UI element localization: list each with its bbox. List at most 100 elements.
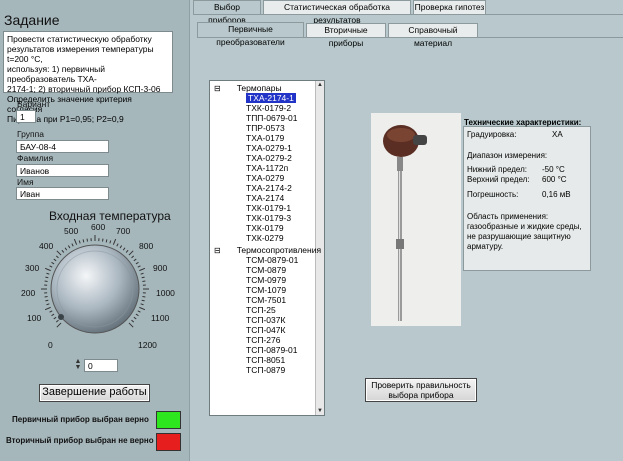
knob-tick-mark	[45, 276, 49, 279]
knob-tick-mark	[44, 306, 51, 311]
primary-status-led	[156, 411, 181, 429]
scroll-up-icon[interactable]: ▲	[316, 81, 324, 89]
knob-tick-mark	[55, 255, 59, 259]
tree-group[interactable]: ⊟ Термопары	[214, 83, 282, 93]
knob-value-field[interactable]: 0	[84, 359, 118, 372]
surname-label: Фамилия	[17, 153, 54, 163]
knob-tick-0: 0	[48, 340, 53, 350]
tree-item[interactable]: ТСП-25	[246, 305, 276, 315]
subtabs-divider	[197, 37, 623, 38]
knob-tick-mark	[141, 299, 145, 302]
tree-item[interactable]: ТСП-047К	[246, 325, 285, 335]
knob-tick-900: 900	[153, 263, 168, 273]
knob-tick-mark	[46, 272, 50, 275]
knob-tick-mark	[105, 239, 108, 243]
knob-tick-mark	[140, 303, 144, 306]
tree-item[interactable]: ТСМ-7501	[246, 295, 286, 305]
secondary-status-led	[156, 433, 181, 451]
tree-item[interactable]: ТХА-0279-1	[246, 143, 292, 153]
name-label: Имя	[17, 177, 34, 187]
grad-value: ХА	[552, 130, 563, 139]
error-label: Погрешность:	[467, 190, 519, 199]
knob-tick-1100: 1100	[151, 313, 170, 323]
knob-tick-mark	[133, 258, 137, 262]
tree-item[interactable]: ТСМ-0879-01	[246, 255, 298, 265]
collapse-icon[interactable]: ⊟	[214, 246, 221, 255]
tree-item[interactable]: ТХА-0279	[246, 173, 284, 183]
knob-tick-700: 700	[116, 226, 131, 236]
knob-tick-mark	[135, 261, 139, 265]
knob-tick-mark	[51, 261, 55, 265]
knob-tick-mark	[109, 240, 112, 244]
subtab-secondary[interactable]: Вторичные приборы	[306, 23, 386, 48]
knob-tick-mark	[137, 310, 141, 313]
thermocouple-image	[371, 113, 461, 326]
error-value: 0,16 мВ	[542, 190, 571, 199]
tree-item[interactable]: ТХА-1172п	[246, 163, 288, 173]
tab-hypothesis[interactable]: Проверка гипотез	[413, 0, 486, 14]
group-label: Группа	[17, 129, 44, 139]
tree-item[interactable]: ТСМ-0879	[246, 265, 286, 275]
tree-item[interactable]: ТХА-0179	[246, 133, 284, 143]
tree-group-label: Термопары	[236, 83, 282, 93]
subtab-reference[interactable]: Справочный материал	[388, 23, 478, 48]
name-field[interactable]: Иван	[16, 187, 109, 200]
tree-item[interactable]: ТПР-0573	[246, 123, 285, 133]
tree-item[interactable]: ТСП-0879	[246, 365, 285, 375]
specs-title: Технические характеристики:	[464, 118, 582, 127]
variant-field[interactable]: 1	[16, 110, 36, 123]
knob-tick-500: 500	[64, 226, 79, 236]
knob-tick-300: 300	[25, 263, 40, 273]
group-field[interactable]: БАУ-08-4	[16, 140, 109, 153]
knob-tick-mark	[135, 313, 139, 317]
finish-button[interactable]: Завершение работы	[39, 384, 150, 402]
tree-item[interactable]: ТСП-0879-01	[246, 345, 297, 355]
knob-tick-200: 200	[21, 288, 36, 298]
variant-label: Вариант	[17, 99, 51, 109]
tree-item[interactable]: ТХА-2174-1	[246, 93, 296, 103]
knob-tick-mark	[44, 267, 51, 272]
tree-item[interactable]: ТХА-2174-2	[246, 183, 292, 193]
knob-tick-mark	[128, 322, 134, 328]
knob-tick-mark	[55, 319, 59, 323]
surname-field[interactable]: Иванов	[16, 164, 109, 177]
knob-tick-mark	[56, 250, 62, 256]
tree-item[interactable]: ТСП-037К	[246, 315, 285, 325]
grad-label: Градуировка:	[467, 130, 517, 139]
tree-item[interactable]: ТПП-0679-01	[246, 113, 297, 123]
tree-group[interactable]: ⊟ Термосопротивления	[214, 245, 321, 255]
knob-tick-mark	[112, 238, 117, 245]
tree-item[interactable]: ТХК-0179	[246, 223, 284, 233]
low-label: Нижний предел:	[467, 165, 527, 174]
tree-item[interactable]: ТСМ-0979	[246, 275, 286, 285]
tabs-divider	[193, 14, 623, 15]
knob-tick-mark	[139, 306, 146, 311]
tree-item[interactable]: ТХК-0179-2	[246, 103, 291, 113]
knob-tick-mark	[131, 319, 135, 323]
tab-statistics[interactable]: Статистическая обработка результатов	[263, 0, 411, 25]
tree-item[interactable]: ТСП-8051	[246, 355, 285, 365]
knob-tick-mark	[46, 303, 50, 306]
spin-arrows-icon[interactable]: ▲ ▼	[74, 358, 82, 372]
knob-tick-mark	[67, 245, 71, 249]
tree-item[interactable]: ТХА-2174	[246, 193, 284, 203]
knob-tick-1200: 1200	[138, 340, 157, 350]
device-tree[interactable]: ▲ ▼ ⊟ Термопары ТХА-2174-1 ТХК-0179-2 ТПП-06…	[209, 80, 325, 416]
knob-tick-mark	[116, 243, 119, 247]
collapse-icon[interactable]: ⊟	[214, 84, 221, 93]
sensor-photo	[371, 113, 461, 326]
tree-item[interactable]: ТХК-0179-3	[246, 213, 291, 223]
check-device-button[interactable]: Проверить правильность выбора прибора	[365, 378, 477, 402]
tree-item[interactable]: ТХК-0279	[246, 233, 284, 243]
tree-item[interactable]: ТСМ-1079	[246, 285, 286, 295]
knob-tick-mark	[45, 299, 49, 302]
tree-item[interactable]: ТСП-276	[246, 335, 280, 345]
tree-item[interactable]: ТХК-0179-1	[246, 203, 291, 213]
knob-tick-800: 800	[139, 241, 154, 251]
knob-tick-mark	[78, 240, 81, 244]
scroll-down-icon[interactable]: ▼	[316, 407, 324, 415]
tree-item[interactable]: ТХА-0279-2	[246, 153, 292, 163]
knob-tick-mark	[53, 316, 57, 320]
tab-device-selection[interactable]: Выбор приборов	[193, 0, 261, 25]
subtab-primary[interactable]: Первичные преобразователи	[197, 22, 304, 47]
